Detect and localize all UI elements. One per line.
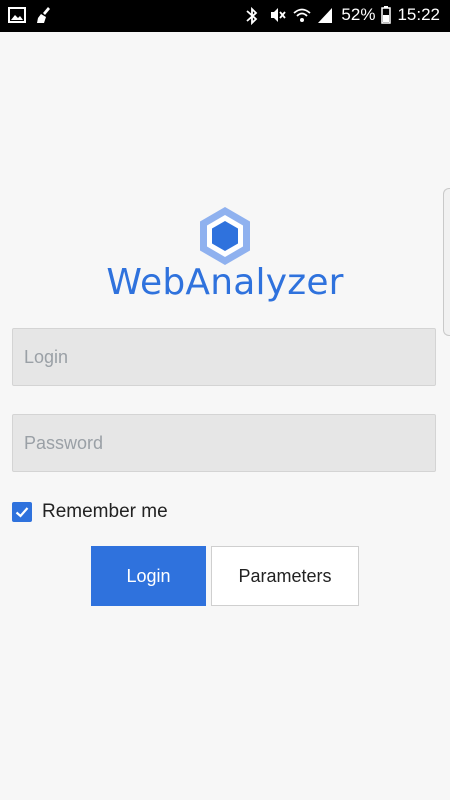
login-input[interactable] [13,329,435,385]
password-field[interactable] [12,414,436,472]
cleaner-icon [36,6,54,24]
battery-percent: 52% [341,5,376,24]
wifi-icon [293,6,312,24]
check-icon [15,507,29,518]
remember-me-row[interactable]: Remember me [12,501,168,523]
clock: 15:22 [397,5,440,24]
status-bar: 52% 15:22 [0,0,450,32]
signal-icon [317,6,335,24]
mute-icon [269,6,287,24]
login-field[interactable] [12,328,436,386]
image-icon [8,6,26,24]
login-button[interactable]: Login [91,546,206,606]
status-right-icons: 52% 15:22 [245,4,440,26]
parameters-button[interactable]: Parameters [211,546,359,606]
status-left-icons [8,6,54,24]
remember-me-checkbox[interactable] [12,502,32,522]
remember-me-label: Remember me [42,501,168,522]
battery-icon [381,6,392,24]
app-name: WebAnalyzer [106,262,344,303]
bluetooth-icon [245,6,263,26]
hexagon-logo-icon [200,207,250,265]
logo [0,205,450,267]
password-input[interactable] [13,415,435,471]
